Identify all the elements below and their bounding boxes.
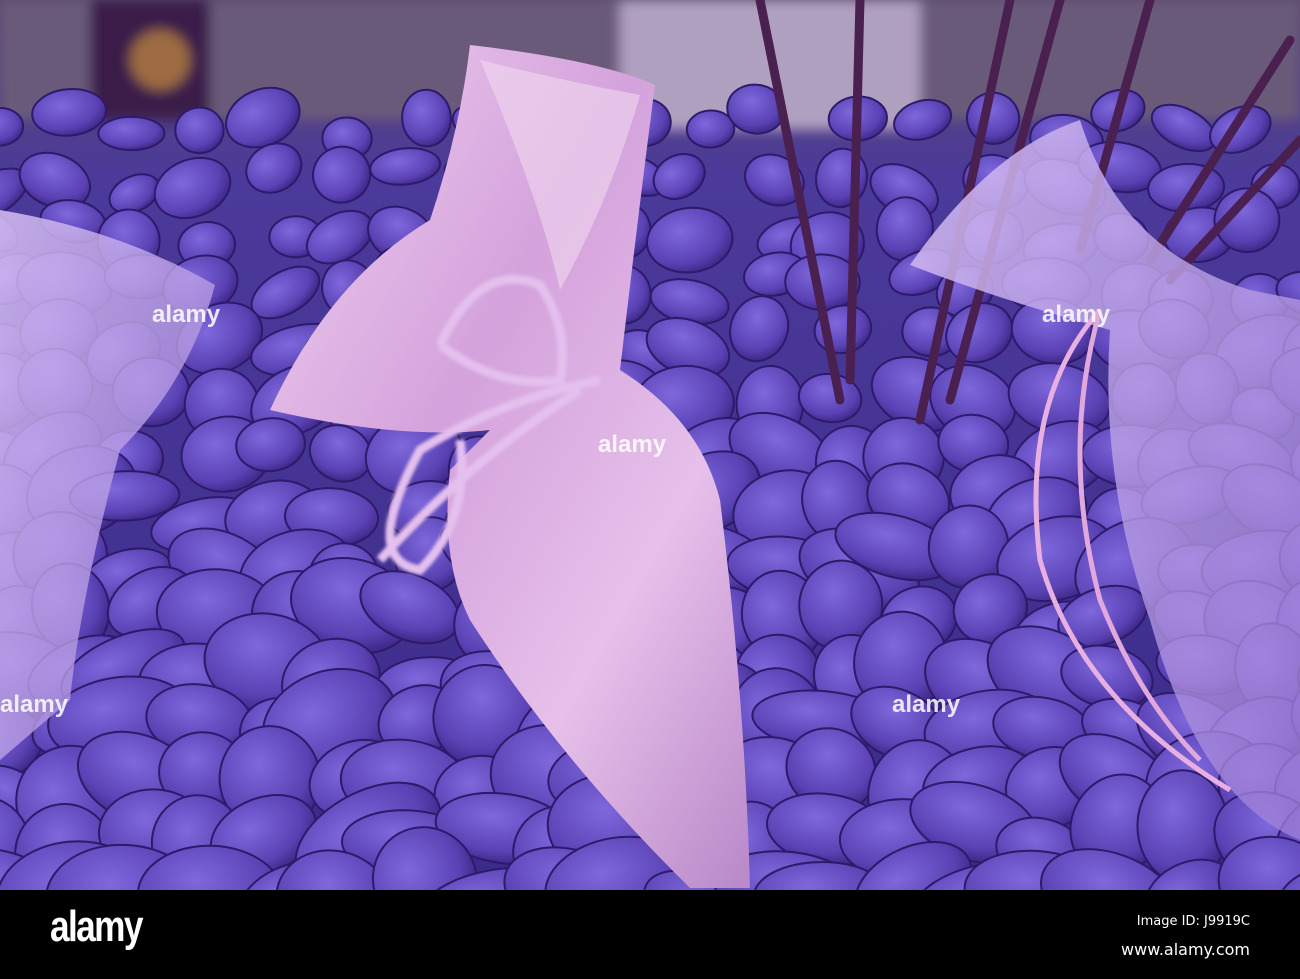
site-url: www.alamy.com: [1121, 940, 1250, 959]
footer-bar: alamy Image ID: J9919C www.alamy.com: [0, 890, 1300, 979]
photo-stage: alamy alamy alamy alamy alamy alamy Imag…: [0, 0, 1300, 979]
image-id: Image ID: J9919C: [1136, 914, 1250, 929]
svg-text:alamy: alamy: [1042, 301, 1111, 328]
lavender-sachet-photo: alamy alamy alamy alamy alamy: [0, 0, 1300, 890]
svg-text:alamy: alamy: [152, 301, 221, 328]
svg-text:alamy: alamy: [598, 431, 667, 458]
lavender-stone: [174, 106, 225, 155]
lavender-stone: [97, 115, 166, 152]
svg-text:alamy: alamy: [0, 691, 69, 718]
svg-text:alamy: alamy: [892, 691, 961, 718]
alamy-logo: alamy: [50, 902, 143, 951]
